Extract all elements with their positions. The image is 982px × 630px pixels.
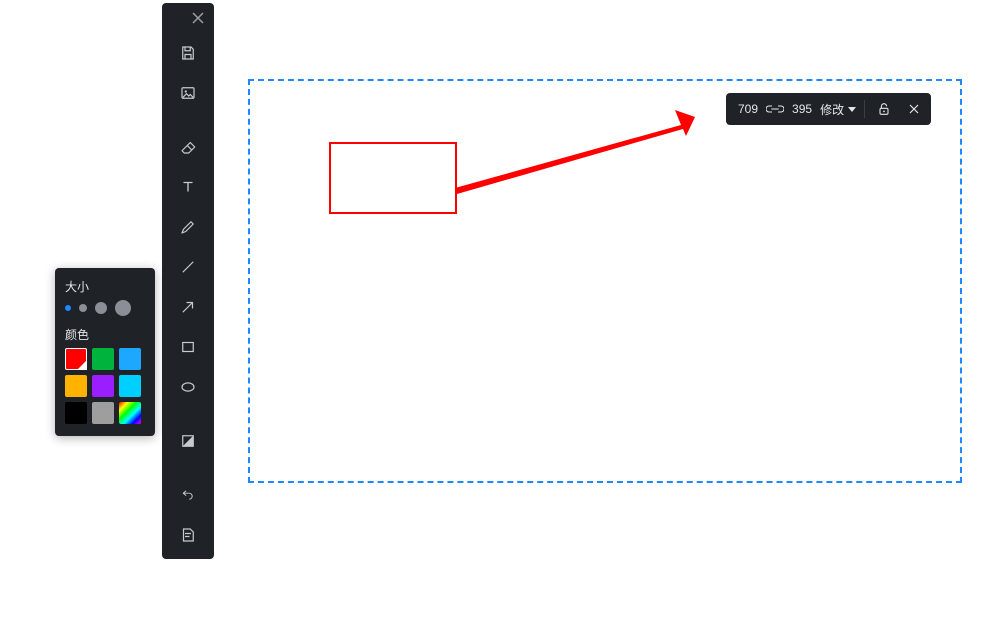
caret-down-icon [848,107,856,112]
contrast-icon [179,432,197,450]
toolbar [162,3,214,559]
image-icon [179,84,197,102]
tool-sticker[interactable] [168,515,208,555]
tool-undo[interactable] [168,475,208,515]
divider [864,100,865,118]
tool-arrow[interactable] [168,287,208,327]
tool-rectangle[interactable] [168,327,208,367]
close-icon [192,12,204,24]
color-swatch-purple[interactable] [92,375,114,397]
arrow-icon [179,298,197,316]
color-swatch-red[interactable] [65,348,87,370]
dimension-height: 395 [792,102,812,116]
color-swatch-black[interactable] [65,402,87,424]
tool-text[interactable] [168,167,208,207]
color-swatch-grey[interactable] [92,402,114,424]
sticker-icon [179,526,197,544]
save-icon [179,44,197,62]
size-option-l[interactable] [115,300,131,316]
undo-icon [179,486,197,504]
tool-image[interactable] [168,73,208,113]
link-icon[interactable] [766,103,784,115]
tool-ellipse[interactable] [168,367,208,407]
tool-line[interactable] [168,247,208,287]
toolbar-close-button[interactable] [162,3,214,33]
color-swatch-green[interactable] [92,348,114,370]
close-icon [906,101,922,117]
tool-save[interactable] [168,33,208,73]
lock-button[interactable] [873,98,895,120]
pencil-icon [179,218,197,236]
text-icon [179,178,197,196]
rectangle-icon [179,338,197,356]
dimensions-bar: 709 395 修改 [726,93,931,125]
color-swatch-rainbow[interactable] [119,402,141,424]
canvas-selection[interactable] [248,79,962,483]
color-swatch-cyan[interactable] [119,375,141,397]
size-option-xs[interactable] [65,305,71,311]
ellipse-icon [179,378,197,396]
size-option-s[interactable] [79,304,87,312]
annotation-rectangle[interactable] [329,142,457,214]
size-option-m[interactable] [95,302,107,314]
modify-label: 修改 [820,101,844,118]
tool-pencil[interactable] [168,207,208,247]
color-swatch-yellow[interactable] [65,375,87,397]
options-panel: 大小 颜色 [55,268,155,436]
size-label: 大小 [65,278,145,295]
line-icon [179,258,197,276]
eraser-icon [179,138,197,156]
tool-contrast[interactable] [168,421,208,461]
dimension-width: 709 [738,102,758,116]
color-swatch-blue[interactable] [119,348,141,370]
close-button[interactable] [903,98,925,120]
size-options [65,300,145,316]
lock-open-icon [876,101,892,117]
color-options [65,348,145,424]
modify-dropdown[interactable]: 修改 [820,101,856,118]
tool-eraser[interactable] [168,127,208,167]
color-label: 颜色 [65,326,145,343]
